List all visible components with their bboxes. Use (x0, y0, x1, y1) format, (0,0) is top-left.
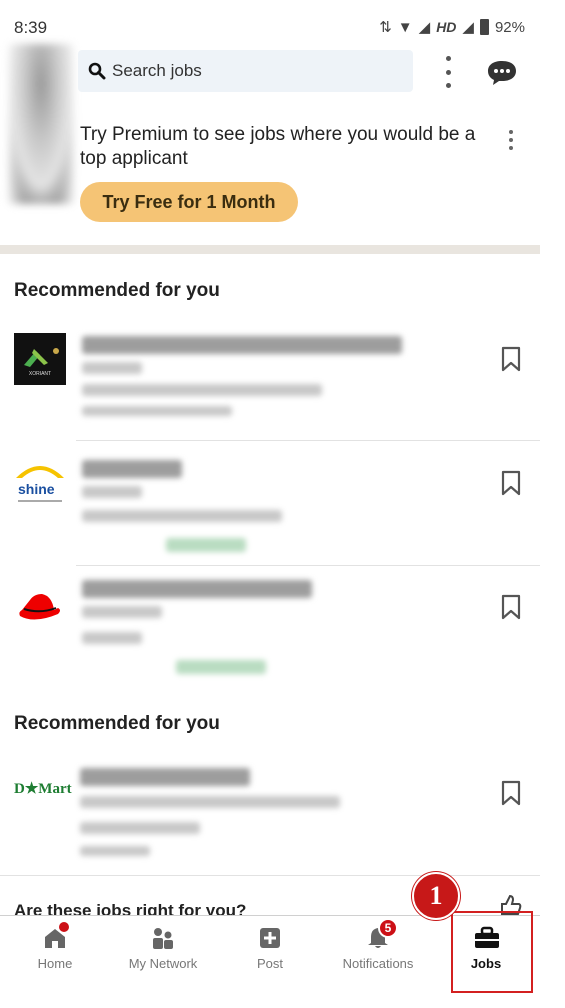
wifi-icon: ▼ (397, 18, 413, 36)
profile-avatar[interactable] (8, 44, 74, 204)
xoriant-logo-text: XORIANT (29, 371, 51, 377)
more-options-icon[interactable] (438, 56, 458, 88)
status-bar: 8:39 ⇅ ▼ ◢ HD ◢ 92% (0, 0, 565, 40)
premium-upsell-text: Try Premium to see jobs where you would … (80, 124, 476, 169)
shine-logo-text: shine (18, 481, 55, 497)
nav-post[interactable]: Post (220, 926, 320, 971)
row-divider (76, 440, 540, 441)
nav-my-network[interactable]: My Network (113, 926, 213, 971)
nav-label: Post (256, 956, 283, 971)
bookmark-icon[interactable] (500, 346, 522, 372)
nav-notifications[interactable]: 5 Notifications (328, 918, 428, 971)
network-icon (151, 926, 175, 950)
dmart-logo[interactable]: D★Mart (14, 768, 72, 808)
redhat-logo[interactable] (14, 582, 66, 634)
job-card-3[interactable] (76, 570, 386, 685)
search-input[interactable]: Search jobs (78, 50, 413, 92)
section-title: Recommended for you (14, 280, 220, 301)
nav-label: My Network (128, 956, 198, 971)
feedback-question: Are these jobs right for you? (14, 901, 247, 916)
nav-label: Home (37, 956, 73, 971)
nav-label: Notifications (342, 956, 414, 971)
messaging-icon[interactable] (487, 60, 517, 91)
signal-icon-2: ◢ (462, 19, 474, 36)
premium-more-icon[interactable] (505, 130, 517, 150)
bookmark-icon[interactable] (500, 594, 522, 620)
signal-icon: ◢ (418, 19, 431, 36)
data-transfer-icon: ⇅ (379, 19, 392, 36)
dmart-logo-text: D★Mart (14, 780, 72, 797)
notification-badge: 5 (378, 918, 398, 938)
section-title: Recommended for you (14, 713, 220, 734)
home-notification-dot (59, 922, 69, 932)
battery-level: 92% (494, 18, 525, 36)
home-icon (43, 922, 69, 950)
jobs-highlight-box (451, 911, 533, 993)
section-divider (0, 245, 540, 254)
battery-icon (479, 19, 489, 35)
status-icons: ⇅ ▼ ◢ HD ◢ 92% (379, 18, 525, 37)
search-icon (88, 62, 106, 80)
row-divider (76, 565, 540, 566)
bell-icon: 5 (366, 918, 398, 950)
search-placeholder: Search jobs (112, 61, 202, 80)
try-premium-button[interactable]: Try Free for 1 Month (80, 182, 298, 222)
job-card-2[interactable] (76, 450, 436, 565)
job-card-1[interactable] (76, 324, 426, 434)
step-number-marker: 1 (412, 872, 460, 920)
row-divider (0, 875, 540, 876)
status-time: 8:39 (14, 18, 48, 37)
network-type: HD (436, 19, 457, 35)
bookmark-icon[interactable] (500, 470, 522, 496)
post-icon (258, 926, 282, 950)
shine-logo[interactable]: shine (14, 456, 66, 508)
bookmark-icon[interactable] (500, 780, 522, 806)
job-card-4[interactable] (70, 748, 370, 866)
xoriant-logo[interactable]: XORIANT (14, 333, 66, 385)
nav-home[interactable]: Home (5, 922, 105, 971)
